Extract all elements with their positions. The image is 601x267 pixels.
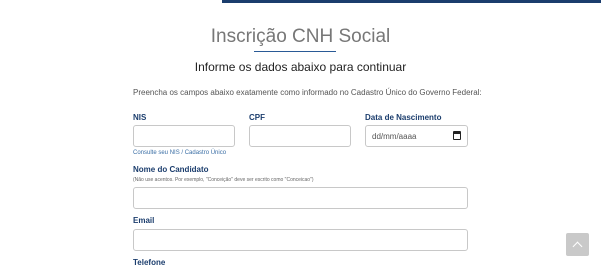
birth-date-label: Data de Nascimento	[365, 113, 442, 122]
page-subtitle: Informe os dados abaixo para continuar	[194, 60, 407, 74]
name-input[interactable]	[133, 187, 468, 209]
page-title: Inscrição CNH Social	[210, 26, 391, 47]
name-hint: (Não use acentos. Por exemplo, "Conceiçã…	[133, 177, 314, 183]
nis-label: NIS	[133, 113, 147, 122]
calendar-icon[interactable]	[453, 131, 461, 140]
name-label: Nome do Candidato	[133, 165, 209, 174]
title-underline	[254, 51, 336, 52]
nis-help-link[interactable]: Consulte seu NIS / Cadastro Único	[133, 150, 226, 156]
top-accent-bar	[222, 0, 601, 3]
email-label: Email	[133, 216, 155, 225]
phone-label: Telefone	[133, 258, 166, 267]
chevron-up-icon	[572, 241, 583, 252]
cpf-label: CPF	[249, 113, 265, 122]
form-instructions: Preencha os campos abaixo exatamente com…	[133, 88, 482, 97]
email-input[interactable]	[133, 229, 468, 251]
cpf-input[interactable]	[249, 125, 351, 147]
birth-date-placeholder: dd/mm/aaaa	[372, 132, 417, 141]
nis-input[interactable]	[133, 125, 235, 147]
scroll-top-button[interactable]	[566, 233, 589, 256]
birth-date-input[interactable]: dd/mm/aaaa	[365, 125, 468, 147]
